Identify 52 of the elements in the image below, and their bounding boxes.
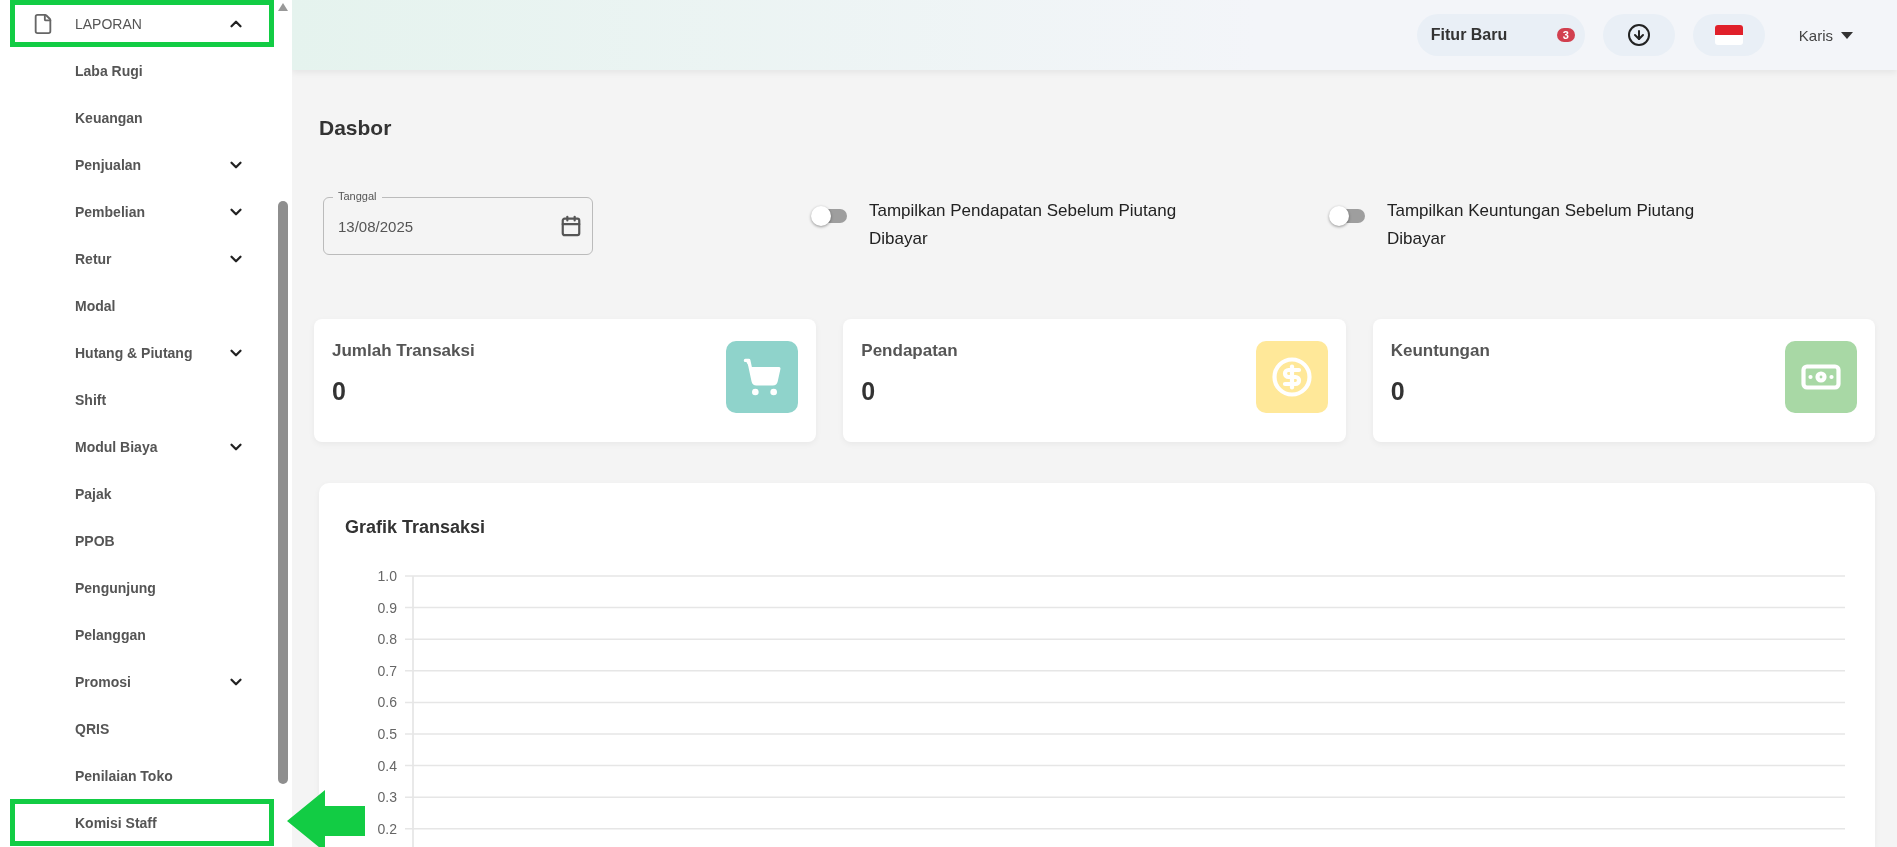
stat-value: 0 [332,377,347,406]
document-icon [32,13,54,35]
download-button[interactable] [1602,14,1675,56]
chart-title: Grafik Transaksi [345,517,487,538]
y-axis-label: 1.0 [377,568,397,584]
y-axis-label: 0.2 [377,820,397,837]
toggle-label: Tampilkan Pendapatan Sebelum Piutang Dibayar [869,200,1178,250]
sidebar-item[interactable]: Shift [10,376,274,423]
sidebar-item[interactable]: Penilaian Toko [10,752,274,799]
sidebar-item[interactable]: Pembelian [10,188,274,235]
sidebar-item[interactable]: PPOB [10,517,274,564]
sidebar-item[interactable]: Modul Biaya [10,423,274,470]
sidebar-item[interactable]: Pajak [10,470,274,517]
notification-badge: 3 [1556,28,1575,42]
sidebar-item[interactable]: Retur [10,235,274,282]
new-features-button[interactable]: Fitur Baru 3 [1416,14,1585,56]
sidebar-item[interactable]: QRIS [10,705,274,752]
user-menu[interactable]: Karis [1792,25,1859,45]
y-axis-label: 0.6 [377,694,397,711]
scrollbar-thumb[interactable] [278,201,288,784]
sidebar-item[interactable]: Keuangan [10,94,274,141]
sidebar-item[interactable]: Laba Rugi [10,47,274,94]
caret-icon [1841,31,1853,39]
flag-icon [1714,25,1743,45]
y-axis-label: 0.7 [377,662,397,679]
y-axis-label: 0.3 [377,789,397,806]
sidebar-item[interactable]: Pengunjung [10,564,274,611]
sidebar-item[interactable]: Hutang & Piutang [10,329,274,376]
download-icon [1626,23,1651,47]
stat-title: Keuntungan [1390,341,1490,361]
y-axis-label: 0.9 [377,599,397,616]
stat-title: Pendapatan [861,341,958,361]
scroll-up-icon[interactable] [278,3,288,11]
sidebar-item[interactable]: Promosi [10,658,274,705]
stat-title: Jumlah Transaksi [332,341,475,361]
nav-section[interactable]: LAPORAN [10,0,274,47]
stat-value: 0 [861,377,877,406]
y-axis-label: 0.5 [377,726,397,742]
y-axis-label: 0.8 [377,631,397,648]
calendar-icon[interactable] [560,215,582,237]
language-button[interactable] [1692,14,1765,56]
toggle-switch[interactable] [813,209,847,223]
sidebar-item[interactable]: Penjualan [10,141,274,188]
stat-value: 0 [1390,377,1406,406]
sidebar-item[interactable]: Pelanggan [10,611,274,658]
dollar-coin-icon [1270,356,1313,398]
page-title: Dasbor [319,116,393,141]
toggle-switch[interactable] [1331,209,1365,223]
toggle-label: Tampilkan Keuntungan Sebelum Piutang Dibayar [1387,200,1696,250]
cart-icon [742,357,783,397]
sidebar-item[interactable]: Modal [10,282,274,329]
y-axis-label: 0.4 [377,757,397,774]
